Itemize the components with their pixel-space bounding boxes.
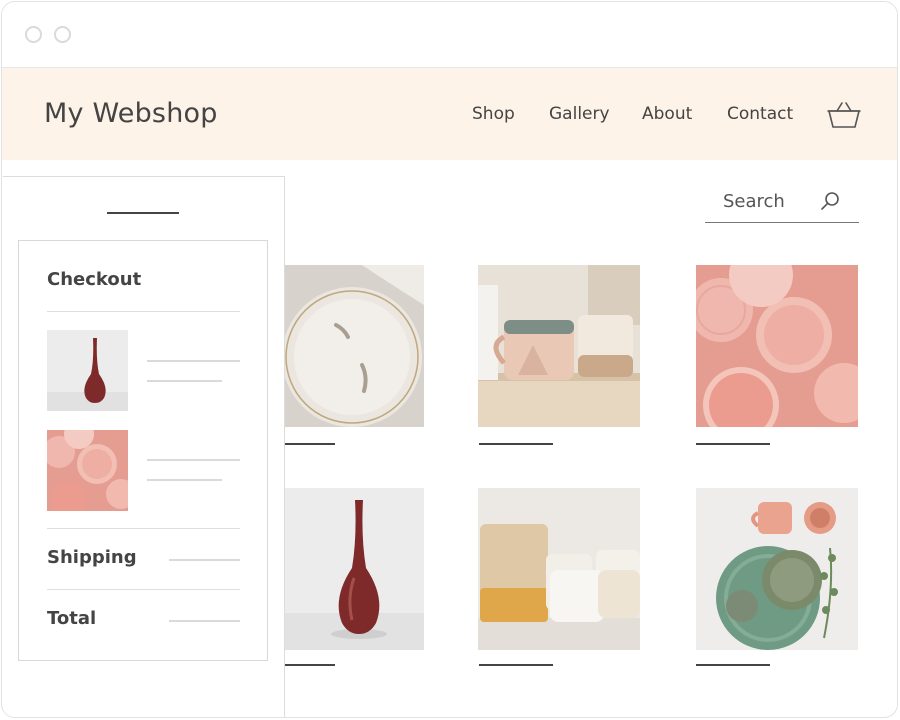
site-header: My Webshop Shop Gallery About Contact	[2, 68, 897, 160]
window-titlebar	[2, 2, 897, 68]
nav-gallery[interactable]: Gallery	[549, 104, 610, 124]
caption-line	[696, 443, 770, 445]
divider	[47, 528, 240, 529]
search-label: Search	[723, 191, 785, 212]
pink-dishes-tile[interactable]	[696, 265, 858, 427]
divider	[47, 311, 240, 312]
search-icon[interactable]	[819, 190, 841, 212]
caption-line	[285, 443, 335, 445]
window-control-dot[interactable]	[54, 26, 71, 43]
search-field[interactable]: Search	[705, 188, 859, 223]
checkout-panel: Checkout Shipping Total	[3, 176, 285, 717]
checkout-box: Checkout Shipping Total	[18, 240, 268, 661]
caption-line	[479, 443, 553, 445]
caption-line	[479, 664, 553, 666]
mugs-tile[interactable]	[478, 265, 640, 427]
caption-line	[285, 664, 335, 666]
shipping-value-line	[169, 559, 240, 561]
nav-contact[interactable]: Contact	[727, 104, 793, 124]
cart-item-line	[147, 459, 240, 461]
basket-icon[interactable]	[827, 100, 861, 130]
browser-window: My Webshop Shop Gallery About Contact Se…	[1, 1, 898, 718]
panel-handle[interactable]	[107, 212, 179, 214]
divider	[47, 589, 240, 590]
window-control-dot[interactable]	[25, 26, 42, 43]
cart-item-thumbnail[interactable]	[47, 330, 128, 411]
checkout-title: Checkout	[47, 269, 142, 290]
caption-line	[696, 664, 770, 666]
total-value-line	[169, 620, 240, 622]
cart-item-line	[147, 479, 222, 481]
vase-tile[interactable]	[262, 488, 424, 650]
cart-item-thumbnail[interactable]	[47, 430, 128, 511]
plate-tile[interactable]	[262, 265, 424, 427]
cups-tile[interactable]	[478, 488, 640, 650]
shipping-label: Shipping	[47, 547, 137, 568]
cart-item-line	[147, 360, 240, 362]
green-plates-tile[interactable]	[696, 488, 858, 650]
cart-item-line	[147, 380, 222, 382]
nav-about[interactable]: About	[642, 104, 692, 124]
nav-shop[interactable]: Shop	[472, 104, 515, 124]
total-label: Total	[47, 608, 97, 629]
site-title[interactable]: My Webshop	[44, 98, 218, 129]
